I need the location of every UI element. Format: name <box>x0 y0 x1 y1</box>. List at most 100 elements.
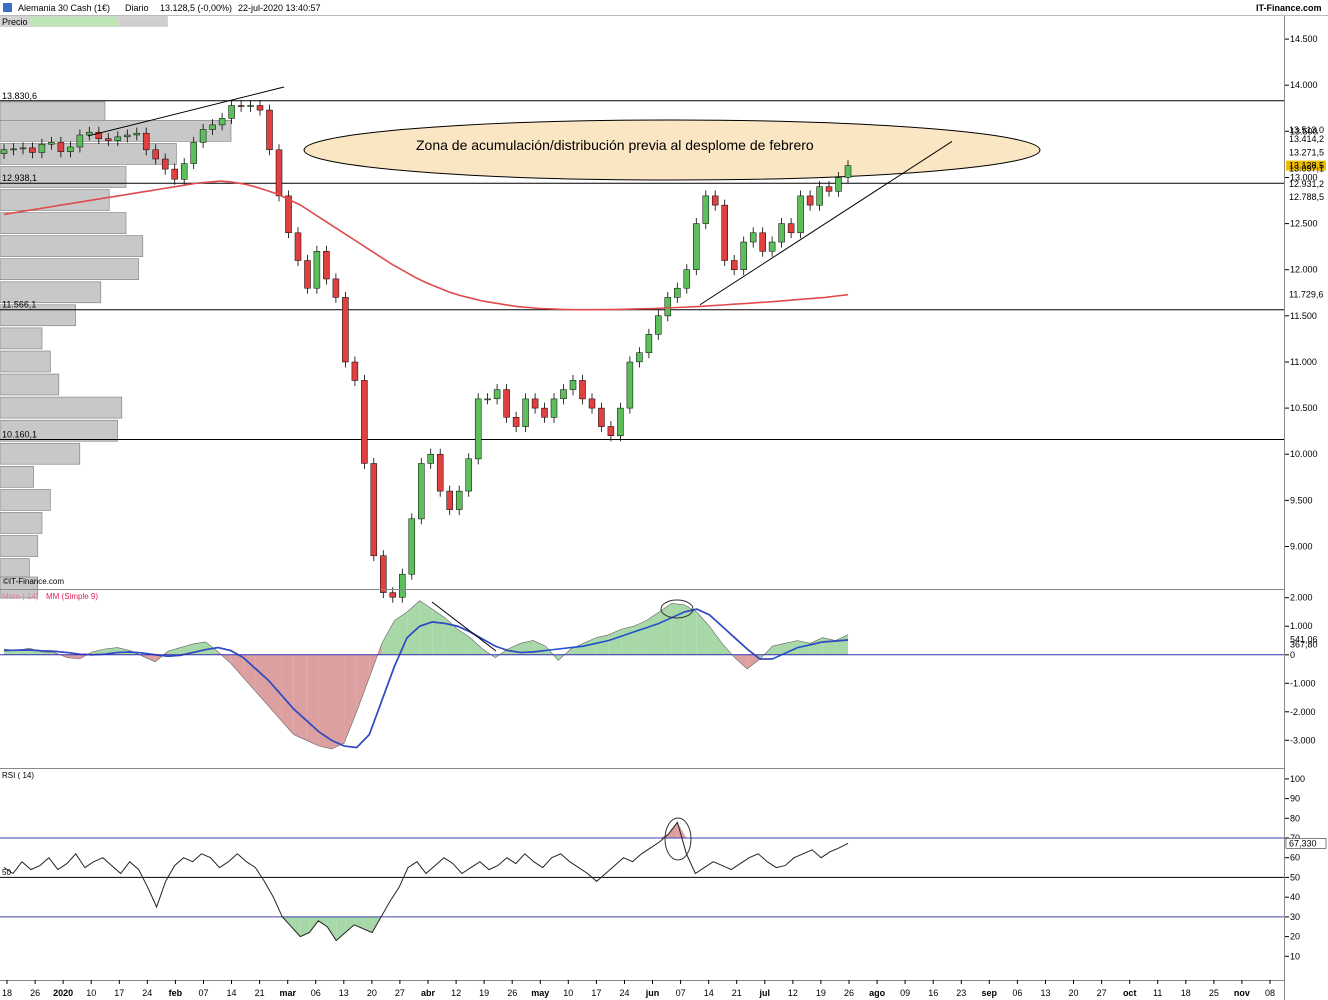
candle-body <box>38 143 46 153</box>
momentum-area-segment <box>432 609 445 655</box>
mom-tick-label: 0 <box>1290 650 1295 660</box>
candle-body <box>759 232 766 252</box>
tab-precio[interactable]: Precio <box>2 17 28 27</box>
date-tick-label: 13 <box>339 988 349 998</box>
candle-body <box>76 134 84 148</box>
rsi-oversold-area <box>345 916 355 933</box>
candle-body <box>105 138 112 141</box>
candle-body <box>512 417 520 427</box>
candle-body <box>436 453 444 492</box>
momentum-area-segment <box>457 629 471 655</box>
date-tick-label: 10 <box>563 988 573 998</box>
rsi-tick-label: 60 <box>1290 853 1300 863</box>
price-tag-label: 11.729,6 <box>1289 290 1323 300</box>
price-tag-label: 12.931,2 <box>1289 179 1324 189</box>
date-tick-label: 07 <box>676 988 686 998</box>
level-label: 12.938,1 <box>2 173 37 183</box>
date-tick-label: 18 <box>1181 988 1191 998</box>
candle-body <box>550 398 558 418</box>
candle-body <box>313 251 321 289</box>
date-tick-label: oct <box>1123 988 1137 998</box>
candle-body <box>67 146 74 152</box>
mom-tag-label: 367,80 <box>1290 639 1318 649</box>
price-tag-label: 13.414,2 <box>1289 134 1324 144</box>
candle-body <box>142 132 150 151</box>
candle-body <box>797 195 804 234</box>
candle-body <box>730 260 738 270</box>
price-tick-label: 9.000 <box>1290 542 1313 552</box>
momentum-area-segment <box>570 643 584 655</box>
date-tick-label: 26 <box>844 988 854 998</box>
candle-body <box>218 118 226 126</box>
price-tick-label: 14.000 <box>1290 80 1318 90</box>
brand-label: IT-Finance.com <box>1256 3 1322 13</box>
volume-profile-bar <box>0 101 106 124</box>
candle-body <box>825 186 833 192</box>
level-label: 11.566,1 <box>2 300 36 310</box>
price-tick-label: 12.500 <box>1290 219 1318 229</box>
date-tick-label: may <box>531 988 549 998</box>
momentum-area-segment <box>671 603 685 655</box>
volume-profile-bar <box>0 235 144 257</box>
momentum-area-segment <box>344 654 357 744</box>
date-tick-label: mar <box>279 988 296 998</box>
volume-profile-bar <box>0 212 127 234</box>
volume-profile-bar <box>0 143 177 165</box>
date-tick-label: 24 <box>142 988 152 998</box>
indicator-legend-grey[interactable] <box>120 17 166 26</box>
candle-body <box>474 398 482 460</box>
volume-profile-bar <box>0 327 43 350</box>
rsi-tick-label: 80 <box>1290 813 1300 823</box>
candle-body <box>171 168 178 180</box>
candle-body <box>749 232 757 243</box>
date-tick-label: jun <box>645 988 660 998</box>
candle-body <box>645 334 653 354</box>
candle-body <box>48 142 55 145</box>
candle-body <box>57 142 65 152</box>
date-tick-label: 27 <box>1097 988 1107 998</box>
candle-body <box>465 458 472 492</box>
rsi-tick-label: 20 <box>1290 932 1300 942</box>
mom-legend: Mom ( 14) <box>2 592 39 601</box>
date-tick-label: feb <box>169 988 183 998</box>
volume-profile-bar <box>0 350 51 373</box>
candle-body <box>342 297 349 363</box>
date-tick-label: 26 <box>507 988 517 998</box>
rsi-legend: RSI ( 14) <box>2 771 34 780</box>
volume-profile-bar <box>0 465 34 488</box>
momentum-area-segment <box>621 626 634 655</box>
date-tick-label: ago <box>869 988 886 998</box>
candle-body <box>484 398 491 401</box>
candle-body <box>816 186 823 206</box>
candle-body <box>427 453 434 464</box>
volume-profile-bar <box>0 512 43 534</box>
candle-body <box>702 195 710 224</box>
candle-body <box>522 398 529 427</box>
volume-profile-bar <box>0 258 139 281</box>
rsi-fill <box>282 822 687 941</box>
candle-body <box>693 223 700 270</box>
price-tick-label: 10.000 <box>1290 449 1318 459</box>
date-tick-label: 14 <box>704 988 714 998</box>
rsi-left-label: 50 <box>2 868 11 877</box>
candle-body <box>617 407 624 437</box>
candle-body <box>588 398 596 409</box>
candle-body <box>361 380 368 464</box>
candle-body <box>674 287 681 298</box>
momentum-panel: 2.0001.0000-1.000-2.000-3.000541,06367,8… <box>0 589 1318 750</box>
date-tick-label: sep <box>982 988 998 998</box>
candle-body <box>531 398 539 409</box>
momentum-area-segment <box>394 612 408 655</box>
rsi-overbought-area <box>677 822 687 838</box>
candle-body <box>503 389 510 418</box>
candle-body <box>133 132 141 136</box>
indicator-legend-green[interactable] <box>30 17 118 26</box>
candle-body <box>266 109 273 151</box>
candle-body <box>332 278 340 298</box>
momentum-area-segment <box>318 654 332 749</box>
date-tick-label: 11 <box>1153 988 1162 998</box>
candle-body <box>598 407 605 427</box>
candle-body <box>389 592 397 598</box>
candle-body <box>285 195 292 234</box>
candle-body <box>579 380 586 400</box>
